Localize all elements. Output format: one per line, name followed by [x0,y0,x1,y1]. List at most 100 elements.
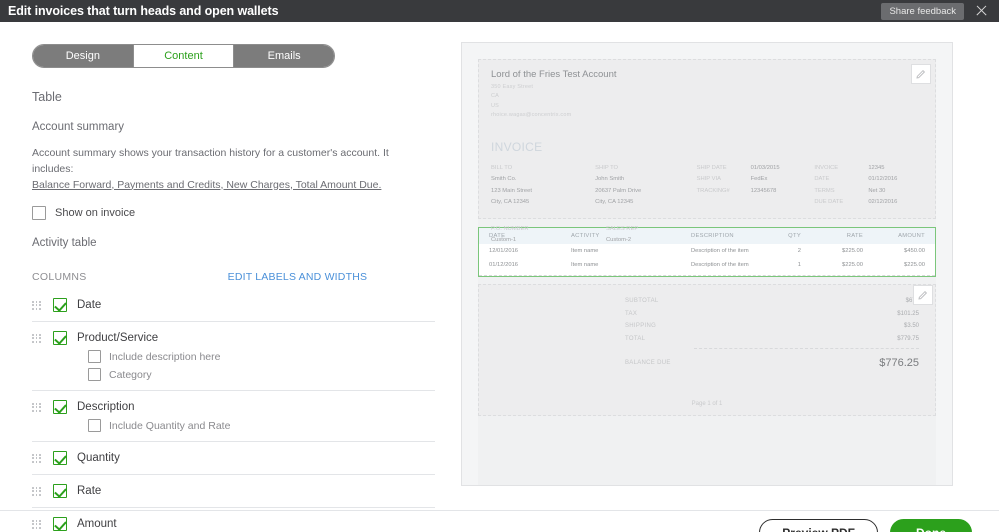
bill-to-line: Smith Co. [491,174,595,185]
invoice-meta-block: INVOICE DATE TERMS DUE DATE 12345 01/12/… [814,163,923,208]
account-summary-heading: Account summary [32,121,455,133]
totals-block[interactable]: SUBTOTAL$675TAX$101.25SHIPPING$3.50TOTAL… [478,284,936,416]
totals-rows: SUBTOTAL$675TAX$101.25SHIPPING$3.50TOTAL… [479,298,919,342]
ship-meta-value: 12345678 [751,186,780,197]
tab-design[interactable]: Design [33,45,134,67]
column-checkbox[interactable] [53,298,67,312]
column-checkbox[interactable] [53,484,67,498]
balance-due-label: BALANCE DUE [613,360,823,366]
ship-to-line: John Smith [595,174,696,185]
total-value: $675 [823,298,919,304]
pencil-icon[interactable] [911,64,931,84]
invoice-meta-key: INVOICE [814,163,868,174]
po-number-value: Custom-1 [491,235,606,246]
close-icon[interactable] [974,4,988,18]
ship-meta-value: FedEx [751,174,780,185]
address-line: CA [491,93,923,99]
invoice-document: Lord of the Fries Test Account 350 Easy … [478,59,936,485]
drag-handle-icon[interactable] [32,403,41,412]
column-checkbox[interactable] [53,451,67,465]
invoice-meta-row: BILL TO Smith Co. 123 Main Street City, … [491,163,923,208]
cell-amount: $450.00 [863,248,925,254]
pencil-icon[interactable] [913,285,933,305]
invoice-meta-value: 01/12/2016 [868,174,897,185]
ship-to-line: 20637 Palm Drive [595,186,696,197]
po-number-label: P.O. NUMBER [491,224,606,235]
cell-description: Description of the item [691,262,755,268]
main-body: Design Content Emails Table Account summ… [0,22,999,510]
address-line: 350 Easy Street [491,84,923,90]
share-feedback-button[interactable]: Share feedback [881,3,964,20]
business-name: Lord of the Fries Test Account [491,69,923,80]
preview-panel: Lord of the Fries Test Account 350 Easy … [455,22,999,510]
cell-rate: $225.00 [801,262,863,268]
drag-handle-icon[interactable] [32,334,41,343]
invoice-meta-keys: INVOICE DATE TERMS DUE DATE [814,163,868,208]
sub-option-row[interactable]: Include description here [88,350,435,363]
show-on-invoice-row[interactable]: Show on invoice [32,206,455,220]
ship-meta-key: TRACKING# [697,186,751,197]
done-button[interactable]: Done [890,519,972,532]
column-row: Amount [32,508,435,532]
cell-activity: Item name [571,262,691,268]
sub-option-label: Category [109,369,152,381]
column-main: Quantity [32,451,435,465]
column-checkbox[interactable] [53,331,67,345]
tab-emails[interactable]: Emails [234,45,334,67]
cell-date: 01/12/2016 [489,262,571,268]
column-label: Date [77,299,101,311]
column-row: Rate [32,475,435,508]
business-address: 350 Easy Street CA US rhoice.wagas@conce… [491,84,923,119]
tab-content[interactable]: Content [134,45,235,67]
ship-to-block: SHIP TO John Smith 20637 Palm Drive City… [595,163,696,208]
po-number-block: P.O. NUMBER Custom-1 [491,224,606,247]
column-main: Date [32,298,435,312]
cell-rate: $225.00 [801,248,863,254]
sales-rep-value: Custom-2 [606,235,721,246]
sub-option-row[interactable]: Include Quantity and Rate [88,419,435,432]
drag-handle-icon[interactable] [32,520,41,529]
column-label: Quantity [77,452,120,464]
address-email: rhoice.wagas@concentrix.com [491,112,923,118]
invoice-header-block[interactable]: Lord of the Fries Test Account 350 Easy … [478,59,936,219]
invoice-meta-key: DATE [814,174,868,185]
ship-meta-block: SHIP DATE SHIP VIA TRACKING# 01/03/2015 … [697,163,815,208]
total-label: TAX [613,311,823,317]
account-summary-description: Account summary shows your transaction h… [32,146,392,193]
total-label: SUBTOTAL [613,298,823,304]
column-row: Quantity [32,442,435,475]
total-row: SUBTOTAL$675 [479,298,919,304]
edit-labels-and-widths-link[interactable]: EDIT LABELS AND WIDTHS [228,271,368,283]
drag-handle-icon[interactable] [32,301,41,310]
column-checkbox[interactable] [53,400,67,414]
cell-qty: 1 [755,262,801,268]
cell-date: 12/01/2016 [489,248,571,254]
bill-to-block: BILL TO Smith Co. 123 Main Street City, … [491,163,595,208]
total-row: TAX$101.25 [479,311,919,317]
account-summary-desc-line1: Account summary shows your transaction h… [32,147,389,175]
preview-pdf-button[interactable]: Preview PDF [759,519,878,532]
cell-description: Description of the item [691,248,755,254]
title-bar: Edit invoices that turn heads and open w… [0,0,999,22]
sales-rep-block: SALES REP Custom-2 [606,224,721,247]
total-label: TOTAL [613,336,823,342]
show-on-invoice-checkbox[interactable] [32,206,46,220]
drag-handle-icon[interactable] [32,454,41,463]
column-main: Product/Service [32,331,435,345]
invoice-meta-key: TERMS [814,186,868,197]
total-row: TOTAL$779.75 [479,336,919,342]
invoice-meta-value: 12345 [868,163,897,174]
drag-handle-icon[interactable] [32,487,41,496]
sub-option-checkbox[interactable] [88,419,101,432]
show-on-invoice-label: Show on invoice [55,207,135,219]
po-row: P.O. NUMBER Custom-1 SALES REP Custom-2 [491,224,923,247]
sub-option-checkbox[interactable] [88,368,101,381]
invoice-meta-key: DUE DATE [814,197,868,208]
ship-meta-values: 01/03/2015 FedEx 12345678 [751,163,780,208]
total-value: $3.50 [823,323,919,329]
sub-option-row[interactable]: Category [88,368,435,381]
cell-qty: 2 [755,248,801,254]
column-checkbox[interactable] [53,517,67,531]
sub-option-checkbox[interactable] [88,350,101,363]
ship-meta-value: 01/03/2015 [751,163,780,174]
